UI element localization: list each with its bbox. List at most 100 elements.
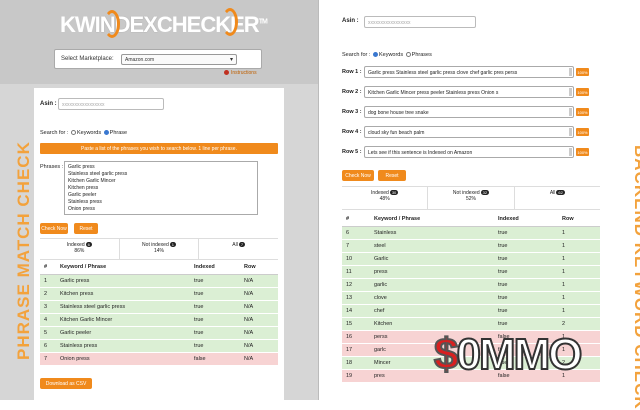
cell-number: 4	[40, 313, 56, 327]
check-now-button[interactable]: Check Now	[40, 223, 68, 234]
cell-row: N/A	[240, 326, 278, 340]
cell-indexed: true	[494, 317, 558, 331]
search-for-label: Search for :	[342, 52, 371, 58]
stat-indexed: Indexed 30 48%	[342, 187, 429, 209]
scrollbar[interactable]	[569, 108, 572, 116]
backend-keyword-check-title: BACKEND KEYWORD CHECK	[631, 145, 640, 410]
cell-number: 13	[342, 291, 370, 305]
scrollbar[interactable]	[569, 68, 572, 76]
cell-number: 7	[40, 352, 56, 366]
cell-number: 17	[342, 343, 370, 357]
cell-indexed: true	[494, 265, 558, 279]
cell-row: 2	[558, 317, 600, 331]
table-row: 1 Garlic press true N/A	[40, 274, 278, 288]
phrase-line: Garlic press	[68, 164, 95, 170]
table-row: 15 Kitchen true 2	[342, 317, 600, 331]
cell-number: 14	[342, 304, 370, 318]
cell-keyword: chef	[370, 304, 494, 318]
row-1-input[interactable]: Garlic press Stainless steel garlic pres…	[364, 66, 574, 78]
row-4-input[interactable]: cloud sky fun beach palm	[364, 126, 574, 138]
row-3-label: Row 3 :	[342, 109, 362, 115]
keywords-radio[interactable]	[372, 52, 378, 58]
phrase-radio[interactable]	[103, 130, 109, 136]
row-3-pct: 100%	[576, 108, 589, 116]
check-now-button[interactable]: Check Now	[342, 170, 374, 181]
stat-count-badge: 6	[85, 242, 92, 247]
asin-input[interactable]: xxxxxxxxxxxxxxxxx	[58, 98, 164, 110]
chevron-down-icon: ▾	[229, 57, 233, 63]
cell-keyword: Garlic press	[56, 274, 190, 288]
cell-row: N/A	[240, 339, 278, 353]
scrollbar[interactable]	[569, 128, 572, 136]
cell-number: 18	[342, 356, 370, 370]
cell-number: 16	[342, 330, 370, 344]
cell-row: 1	[558, 278, 600, 292]
cell-row: 1	[558, 239, 600, 253]
phrase-line: Stainless press	[68, 199, 102, 205]
cell-number: 11	[342, 265, 370, 279]
cell-indexed: true	[494, 239, 558, 253]
table-row: 10 Garlic true 1	[342, 252, 600, 266]
cell-indexed: true	[190, 326, 240, 340]
cell-indexed: true	[190, 300, 240, 314]
phrases-radio[interactable]	[405, 52, 411, 58]
row-2-pct: 100%	[576, 88, 589, 96]
table-row: 13 clove true 1	[342, 291, 600, 305]
phrase-line: Stainless steel garlic press	[68, 171, 128, 177]
cell-number: 5	[40, 326, 56, 340]
asin-input[interactable]: xxxxxxxxxxxxxxxxx	[364, 16, 476, 28]
cell-keyword: Kitchen	[370, 317, 494, 331]
row-5-pct: 100%	[576, 148, 589, 156]
stat-label: All	[549, 190, 556, 196]
phrase-match-panel: Asin : xxxxxxxxxxxxxxxxx Search for : Ke…	[34, 88, 284, 400]
col-number: #	[40, 261, 56, 275]
stat-all: All 62	[515, 187, 600, 209]
phrase-match-check-title: PHRASE MATCH CHECK	[14, 141, 33, 360]
cell-indexed: true	[494, 291, 558, 305]
row-3-input[interactable]: dog bone house tree snake	[364, 106, 574, 118]
download-csv-button[interactable]: Download as CSV	[40, 378, 92, 389]
stat-not-indexed: Not indexed 1 14%	[120, 239, 200, 259]
stat-pct: 52%	[465, 196, 476, 202]
scrollbar[interactable]	[569, 148, 572, 156]
logo-mark-icon	[104, 10, 120, 38]
instructions-link[interactable]: Instructions	[224, 70, 257, 76]
cell-number: 2	[40, 287, 56, 301]
stat-count-badge: 7	[238, 242, 246, 247]
row-5-input[interactable]: Lets see if this sentence is Indexed on …	[364, 146, 574, 158]
cell-number: 6	[342, 226, 370, 240]
stat-count-badge: 30	[389, 190, 399, 195]
cell-row: 1	[558, 252, 600, 266]
row-1-label: Row 1 :	[342, 69, 362, 75]
asin-label: Asin :	[40, 101, 57, 107]
table-row: 5 Garlic peeler true N/A	[40, 326, 278, 340]
watermark-logo: $0MMO	[433, 329, 584, 380]
stat-pct: 14%	[154, 248, 165, 254]
cell-indexed: true	[494, 252, 558, 266]
asin-label: Asin :	[342, 18, 359, 24]
logo-mark-icon-2	[222, 8, 238, 36]
phrases-textarea[interactable]: Garlic press Stainless steel garlic pres…	[64, 161, 258, 215]
marketplace-select[interactable]: Amazon.com ▾	[121, 54, 237, 65]
row-4-value: cloud sky fun beach palm	[368, 130, 425, 136]
keywords-radio[interactable]	[70, 130, 76, 136]
row-2-value: Kitchen Garlic Mincer press peeler Stain…	[368, 90, 499, 96]
row-2-input[interactable]: Kitchen Garlic Mincer press peeler Stain…	[364, 86, 574, 98]
table-row: 6 Stainless true 1	[342, 226, 600, 240]
cell-row: N/A	[240, 300, 278, 314]
reset-button[interactable]: Reset	[74, 223, 98, 234]
reset-button[interactable]: Reset	[378, 170, 406, 181]
stat-indexed: Indexed 6 86%	[40, 239, 120, 259]
stat-label: All	[232, 242, 238, 248]
phrase-line: Kitchen Garlic Mincer	[68, 178, 116, 184]
row-5-value: Lets see if this sentence is Indexed on …	[368, 150, 473, 156]
scrollbar[interactable]	[569, 88, 572, 96]
cell-keyword: Stainless steel garlic press	[56, 300, 190, 314]
cell-number: 19	[342, 369, 370, 383]
cell-keyword: clove	[370, 291, 494, 305]
table-row: 11 press true 1	[342, 265, 600, 279]
cell-keyword: press	[370, 265, 494, 279]
search-for-label: Search for :	[40, 130, 69, 136]
logo-checker: CHECKER	[156, 12, 260, 37]
row-2-label: Row 2 :	[342, 89, 362, 95]
